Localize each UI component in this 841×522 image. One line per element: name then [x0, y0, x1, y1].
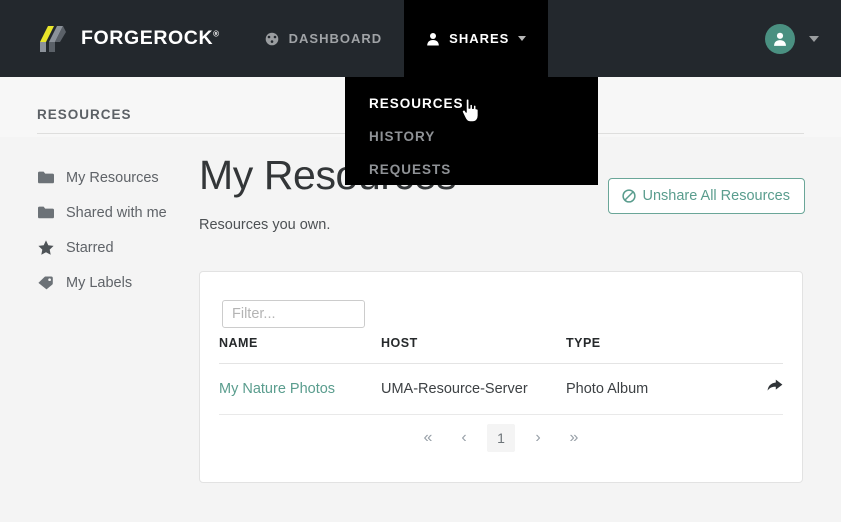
brand-name: FORGEROCK®: [81, 27, 220, 49]
column-header-host: HOST: [381, 336, 566, 364]
unshare-all-resources-label: Unshare All Resources: [642, 188, 791, 204]
share-forward-icon[interactable]: [766, 379, 783, 398]
pagination-prev[interactable]: ‹: [451, 425, 477, 451]
resources-table: NAME HOST TYPE My Nature Photos UMA-Reso…: [219, 336, 783, 415]
cell-name: My Nature Photos: [219, 363, 381, 415]
dropdown-item-requests[interactable]: REQUESTS: [345, 153, 598, 186]
tag-icon: [38, 276, 55, 290]
pagination-first[interactable]: «: [415, 425, 441, 451]
person-icon: [426, 32, 440, 46]
navbar-right-group: [765, 0, 841, 77]
shares-dropdown-menu: RESOURCES HISTORY REQUESTS: [345, 77, 598, 185]
nav-item-dashboard[interactable]: DASHBOARD: [242, 0, 405, 77]
pagination: « ‹ 1 › »: [200, 424, 802, 452]
avatar[interactable]: [765, 23, 795, 54]
dashboard-gauge-icon: [264, 32, 280, 46]
user-avatar-icon: [774, 32, 786, 46]
sidebar-item-label: My Resources: [66, 169, 159, 186]
column-header-name: NAME: [219, 336, 381, 364]
sidebar-item-label: Shared with me: [66, 204, 167, 221]
table-head: NAME HOST TYPE: [219, 336, 783, 364]
cell-type: Photo Album: [566, 363, 752, 415]
navbar-items: DASHBOARD SHARES: [242, 0, 549, 77]
brand-trademark: ®: [213, 29, 220, 39]
ban-circle-slash-icon: [621, 189, 636, 203]
filter-input[interactable]: [222, 300, 365, 328]
table-header-row: NAME HOST TYPE: [219, 336, 783, 364]
column-header-type: TYPE: [566, 336, 752, 364]
sidebar-item-label: Starred: [66, 239, 114, 256]
dropdown-item-history[interactable]: HISTORY: [345, 120, 598, 153]
sidebar-item-label: My Labels: [66, 274, 133, 291]
pagination-last[interactable]: »: [561, 425, 587, 451]
sidebar-item-my-resources[interactable]: My Resources: [0, 160, 180, 195]
top-navbar: FORGEROCK® DASHBOARD SHARES: [0, 0, 841, 77]
table-body: My Nature Photos UMA-Resource-Server Pho…: [219, 363, 783, 415]
chevron-down-icon: [518, 36, 527, 41]
star-icon: [38, 240, 55, 255]
nav-item-shares-label: SHARES: [449, 31, 510, 46]
column-header-actions: [752, 336, 783, 364]
app-root: FORGEROCK® DASHBOARD SHARES RESOURCES My…: [0, 0, 841, 522]
sidebar: My Resources Shared with me Starred My L…: [0, 160, 180, 300]
folder-icon: [38, 171, 55, 184]
avatar-chevron-down-icon[interactable]: [809, 35, 819, 42]
cell-host: UMA-Resource-Server: [381, 363, 566, 415]
sidebar-item-shared-with-me[interactable]: Shared with me: [0, 195, 180, 230]
pagination-next[interactable]: ›: [525, 425, 551, 451]
sidebar-item-my-labels[interactable]: My Labels: [0, 265, 180, 300]
cell-actions: [752, 363, 783, 415]
resources-card: NAME HOST TYPE My Nature Photos UMA-Reso…: [199, 271, 803, 483]
folder-icon: [38, 206, 55, 219]
nav-item-shares[interactable]: SHARES: [404, 0, 549, 77]
nav-item-dashboard-label: DASHBOARD: [288, 31, 383, 46]
brand-logo-group[interactable]: FORGEROCK®: [0, 0, 242, 77]
dropdown-item-resources[interactable]: RESOURCES: [345, 87, 598, 120]
table-row: My Nature Photos UMA-Resource-Server Pho…: [219, 363, 783, 415]
page-title: RESOURCES: [37, 107, 132, 122]
forgerock-logo-icon: [36, 22, 70, 56]
main-subtitle: Resources you own.: [199, 217, 331, 233]
unshare-all-resources-button[interactable]: Unshare All Resources: [607, 178, 805, 214]
resource-name-link[interactable]: My Nature Photos: [219, 381, 335, 397]
sidebar-item-starred[interactable]: Starred: [0, 230, 180, 265]
pagination-page-1[interactable]: 1: [487, 424, 515, 452]
